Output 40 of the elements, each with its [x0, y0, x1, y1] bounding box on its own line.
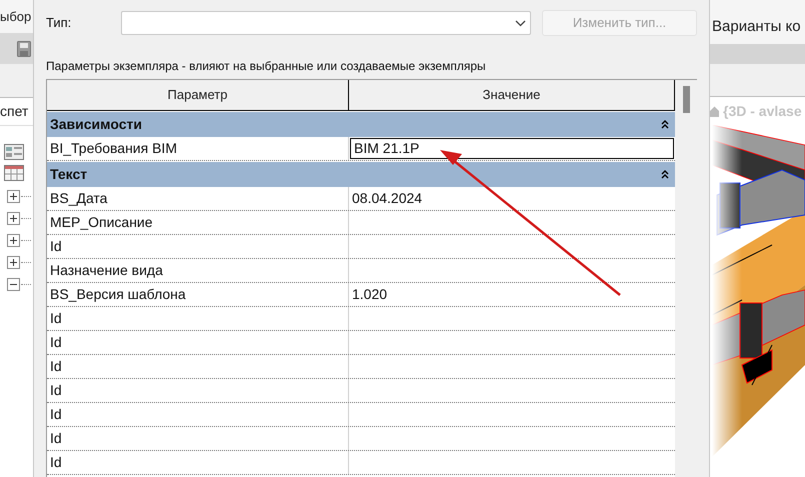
parameter-value[interactable]: 08.04.2024: [349, 187, 675, 210]
expand-icon[interactable]: [7, 212, 20, 224]
group-name: Текст: [50, 165, 88, 184]
instance-hint: Параметры экземпляра - влияют на выбранные или создаваемые экземпляры: [46, 58, 487, 73]
expand-icon[interactable]: [7, 256, 20, 268]
collapse-icon[interactable]: [661, 170, 669, 179]
parameter-name: BI_Требования BIM: [47, 137, 349, 160]
collapse-icon[interactable]: [661, 120, 669, 129]
chevron-down-icon: [515, 20, 526, 26]
parameter-name: Id: [47, 403, 349, 426]
parameter-value[interactable]: BIM 21.1P: [350, 138, 674, 159]
parameter-name: Id: [47, 355, 349, 378]
table-icon: [4, 165, 24, 181]
scrollbar-track[interactable]: [675, 80, 697, 477]
scrollbar-thumb[interactable]: [682, 86, 690, 113]
parameter-name: Id: [47, 235, 349, 258]
parameter-name: Id: [47, 307, 349, 330]
ribbon-tab[interactable]: Варианты ко: [712, 16, 801, 38]
parameter-name: MEP_Описание: [47, 211, 349, 234]
collapse-icon[interactable]: [7, 278, 20, 290]
property-grid[interactable]: Параметр Значение Зависимости BI_Требования BIM BIM 21.1P Текст BS_Дата 08.04.2024 MEP_Описание Id Назначение вида BS_Версия шаблона 1.020 Id Id Id Id Id Id Id: [46, 79, 697, 477]
expand-icon[interactable]: [7, 190, 20, 202]
parameter-name: Назначение вида: [47, 259, 349, 282]
column-header[interactable]: Параметр: [47, 80, 349, 110]
parameter-name: Id: [47, 427, 349, 450]
parameter-name: BS_Версия шаблона: [47, 283, 349, 306]
save-icon[interactable]: [17, 40, 31, 56]
type-label: Тип:: [46, 14, 72, 32]
group-header[interactable]: Зависимости: [47, 112, 675, 137]
ribbon-tab[interactable]: ыбор: [0, 6, 32, 26]
expand-icon[interactable]: [7, 234, 20, 246]
group-name: Зависимости: [50, 115, 142, 134]
parameter-name: BS_Дата: [47, 187, 349, 210]
browser-title: спет: [0, 102, 28, 121]
parameter-name: Id: [47, 331, 349, 354]
schedule-icon: [4, 144, 24, 160]
parameter-name: Id: [47, 451, 349, 474]
group-header[interactable]: Текст: [47, 162, 675, 187]
parameter-name: Id: [47, 379, 349, 402]
parameter-value[interactable]: 1.020: [349, 283, 675, 306]
